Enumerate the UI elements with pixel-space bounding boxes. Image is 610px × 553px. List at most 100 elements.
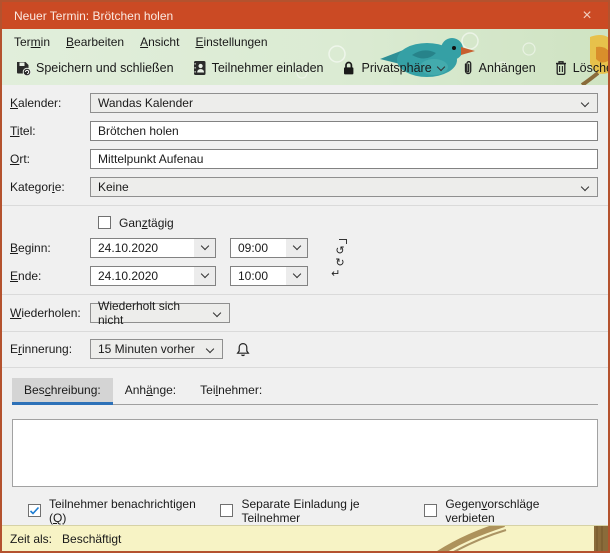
menu-ansicht[interactable]: Ansicht xyxy=(132,33,187,51)
statusbar: Zeit als: Beschäftigt xyxy=(2,525,608,551)
category-label: Kategorie: xyxy=(10,180,90,194)
calendar-select-value: Wandas Kalender xyxy=(98,96,193,110)
chevron-down-icon[interactable] xyxy=(194,267,215,285)
chevron-down-icon xyxy=(206,345,214,353)
end-date-value: 24.10.2020 xyxy=(91,267,194,285)
reminder-row: Erinnerung: 15 Minuten vorher xyxy=(10,339,598,359)
chevron-down-icon xyxy=(213,308,221,316)
menu-termin[interactable]: Termin xyxy=(6,33,58,51)
notify-attendees-label: Teilnehmer benachrichtigen (Q) xyxy=(49,497,199,525)
tab-anhaenge[interactable]: Anhänge: xyxy=(113,378,188,405)
time-as-value: Beschäftigt xyxy=(62,532,121,546)
category-select[interactable]: Keine xyxy=(90,177,598,197)
end-row: Ende: 24.10.2020 10:00 xyxy=(10,266,598,286)
category-row: Kategorie: Keine xyxy=(10,177,598,197)
title-label: Titel: xyxy=(10,124,90,138)
repeat-select[interactable]: Wiederholt sich nicht xyxy=(90,303,230,323)
separator xyxy=(2,367,608,368)
chevron-down-icon[interactable] xyxy=(286,267,307,285)
reminder-bell xyxy=(236,342,250,357)
toolbar: Speichern und schließen Teilnehmer einla… xyxy=(2,53,608,83)
branch-art xyxy=(408,526,608,551)
chevron-down-icon xyxy=(436,63,444,71)
menu-toolbar-area: Termin Bearbeiten Ansicht Einstellungen … xyxy=(2,29,608,85)
end-label: Ende: xyxy=(10,269,90,283)
start-time-input[interactable]: 09:00 xyxy=(230,238,308,258)
checkmark-icon xyxy=(29,506,40,516)
end-time-value: 10:00 xyxy=(231,267,286,285)
attach-button[interactable]: Anhängen xyxy=(453,57,545,79)
save-and-close-button[interactable]: Speichern und schließen xyxy=(6,57,183,79)
repeat-select-value: Wiederholt sich nicht xyxy=(98,299,205,327)
notify-attendees-checkbox[interactable] xyxy=(28,504,41,517)
delete-button[interactable]: Löschen xyxy=(545,57,608,79)
notify-attendees-option[interactable]: Teilnehmer benachrichtigen (Q) xyxy=(28,497,199,525)
attach-label: Anhängen xyxy=(479,61,536,75)
end-date-input[interactable]: 24.10.2020 xyxy=(90,266,216,286)
location-label: Ort: xyxy=(10,152,90,166)
repeat-row: Wiederholen: Wiederholt sich nicht xyxy=(10,303,598,323)
chevron-down-icon[interactable] xyxy=(194,239,215,257)
calendar-row: Kalender: Wandas Kalender xyxy=(10,93,598,113)
chevron-down-icon[interactable] xyxy=(286,239,307,257)
new-event-dialog: Neuer Termin: Brötchen holen × xyxy=(0,0,610,553)
privacy-button[interactable]: Privatsphäre xyxy=(332,57,452,79)
separate-invitation-option[interactable]: Separate Einladung je Teilnehmer xyxy=(220,497,403,525)
address-book-icon xyxy=(192,60,207,76)
delete-label: Löschen xyxy=(573,61,608,75)
calendar-label: Kalender: xyxy=(10,96,90,110)
tab-teilnehmer[interactable]: Teilnehmer: xyxy=(188,378,274,405)
menu-bearbeiten[interactable]: Bearbeiten xyxy=(58,33,132,51)
privacy-label: Privatsphäre xyxy=(361,61,431,75)
description-textarea[interactable] xyxy=(12,419,598,487)
paperclip-icon xyxy=(462,60,474,76)
bell-icon xyxy=(236,342,250,357)
timezone-links[interactable]: ↺ ↻ ↵ xyxy=(330,239,350,291)
allday-label: Ganztägig xyxy=(119,216,174,230)
forbid-counter-option[interactable]: Gegenvorschläge verbieten xyxy=(424,497,577,525)
timezone-return-icon: ↵ xyxy=(331,269,340,280)
start-date-input[interactable]: 24.10.2020 xyxy=(90,238,216,258)
close-button[interactable]: × xyxy=(566,2,608,29)
reminder-select[interactable]: 15 Minuten vorher xyxy=(90,339,223,359)
timezone-rotate-icon: ↺ xyxy=(335,245,344,256)
separator xyxy=(2,331,608,332)
save-and-close-label: Speichern und schließen xyxy=(36,61,174,75)
chevron-down-icon xyxy=(581,99,589,107)
start-label: Beginn: xyxy=(10,241,90,255)
location-row: Ort: xyxy=(10,149,598,169)
options-row: Teilnehmer benachrichtigen (Q) Separate … xyxy=(28,497,598,525)
calendar-select[interactable]: Wandas Kalender xyxy=(90,93,598,113)
allday-row: Ganztägig xyxy=(98,216,598,230)
start-date-value: 24.10.2020 xyxy=(91,239,194,257)
titlebar: Neuer Termin: Brötchen holen × xyxy=(2,2,608,29)
location-input[interactable] xyxy=(90,149,598,169)
forbid-counter-label: Gegenvorschläge verbieten xyxy=(445,497,577,525)
start-row: Beginn: 24.10.2020 09:00 xyxy=(10,238,598,258)
invite-attendees-label: Teilnehmer einladen xyxy=(212,61,324,75)
menubar: Termin Bearbeiten Ansicht Einstellungen xyxy=(2,29,608,53)
separate-invitation-checkbox[interactable] xyxy=(220,504,233,517)
tab-beschreibung[interactable]: Beschreibung: xyxy=(12,378,113,405)
separator xyxy=(2,205,608,206)
time-as-label: Zeit als: xyxy=(10,532,52,546)
title-row: Titel: xyxy=(10,121,598,141)
repeat-label: Wiederholen: xyxy=(10,306,90,320)
separator xyxy=(2,294,608,295)
save-close-icon xyxy=(15,60,31,76)
forbid-counter-checkbox[interactable] xyxy=(424,504,437,517)
datetime-section: Beginn: 24.10.2020 09:00 Ende: 24.10.202… xyxy=(10,238,598,294)
event-form: Kalender: Wandas Kalender Titel: Ort: Ka… xyxy=(2,85,608,525)
allday-checkbox[interactable] xyxy=(98,216,111,229)
window-title: Neuer Termin: Brötchen holen xyxy=(14,9,173,23)
reminder-select-value: 15 Minuten vorher xyxy=(98,342,195,356)
start-time-value: 09:00 xyxy=(231,239,286,257)
reminder-label: Erinnerung: xyxy=(10,342,90,356)
end-time-input[interactable]: 10:00 xyxy=(230,266,308,286)
menu-einstellungen[interactable]: Einstellungen xyxy=(187,33,275,51)
detail-tabs: Beschreibung: Anhänge: Teilnehmer: xyxy=(12,378,598,405)
title-input[interactable] xyxy=(90,121,598,141)
invite-attendees-button[interactable]: Teilnehmer einladen xyxy=(183,57,333,79)
chevron-down-icon xyxy=(581,183,589,191)
timezone-rotate-icon: ↻ xyxy=(335,257,344,268)
